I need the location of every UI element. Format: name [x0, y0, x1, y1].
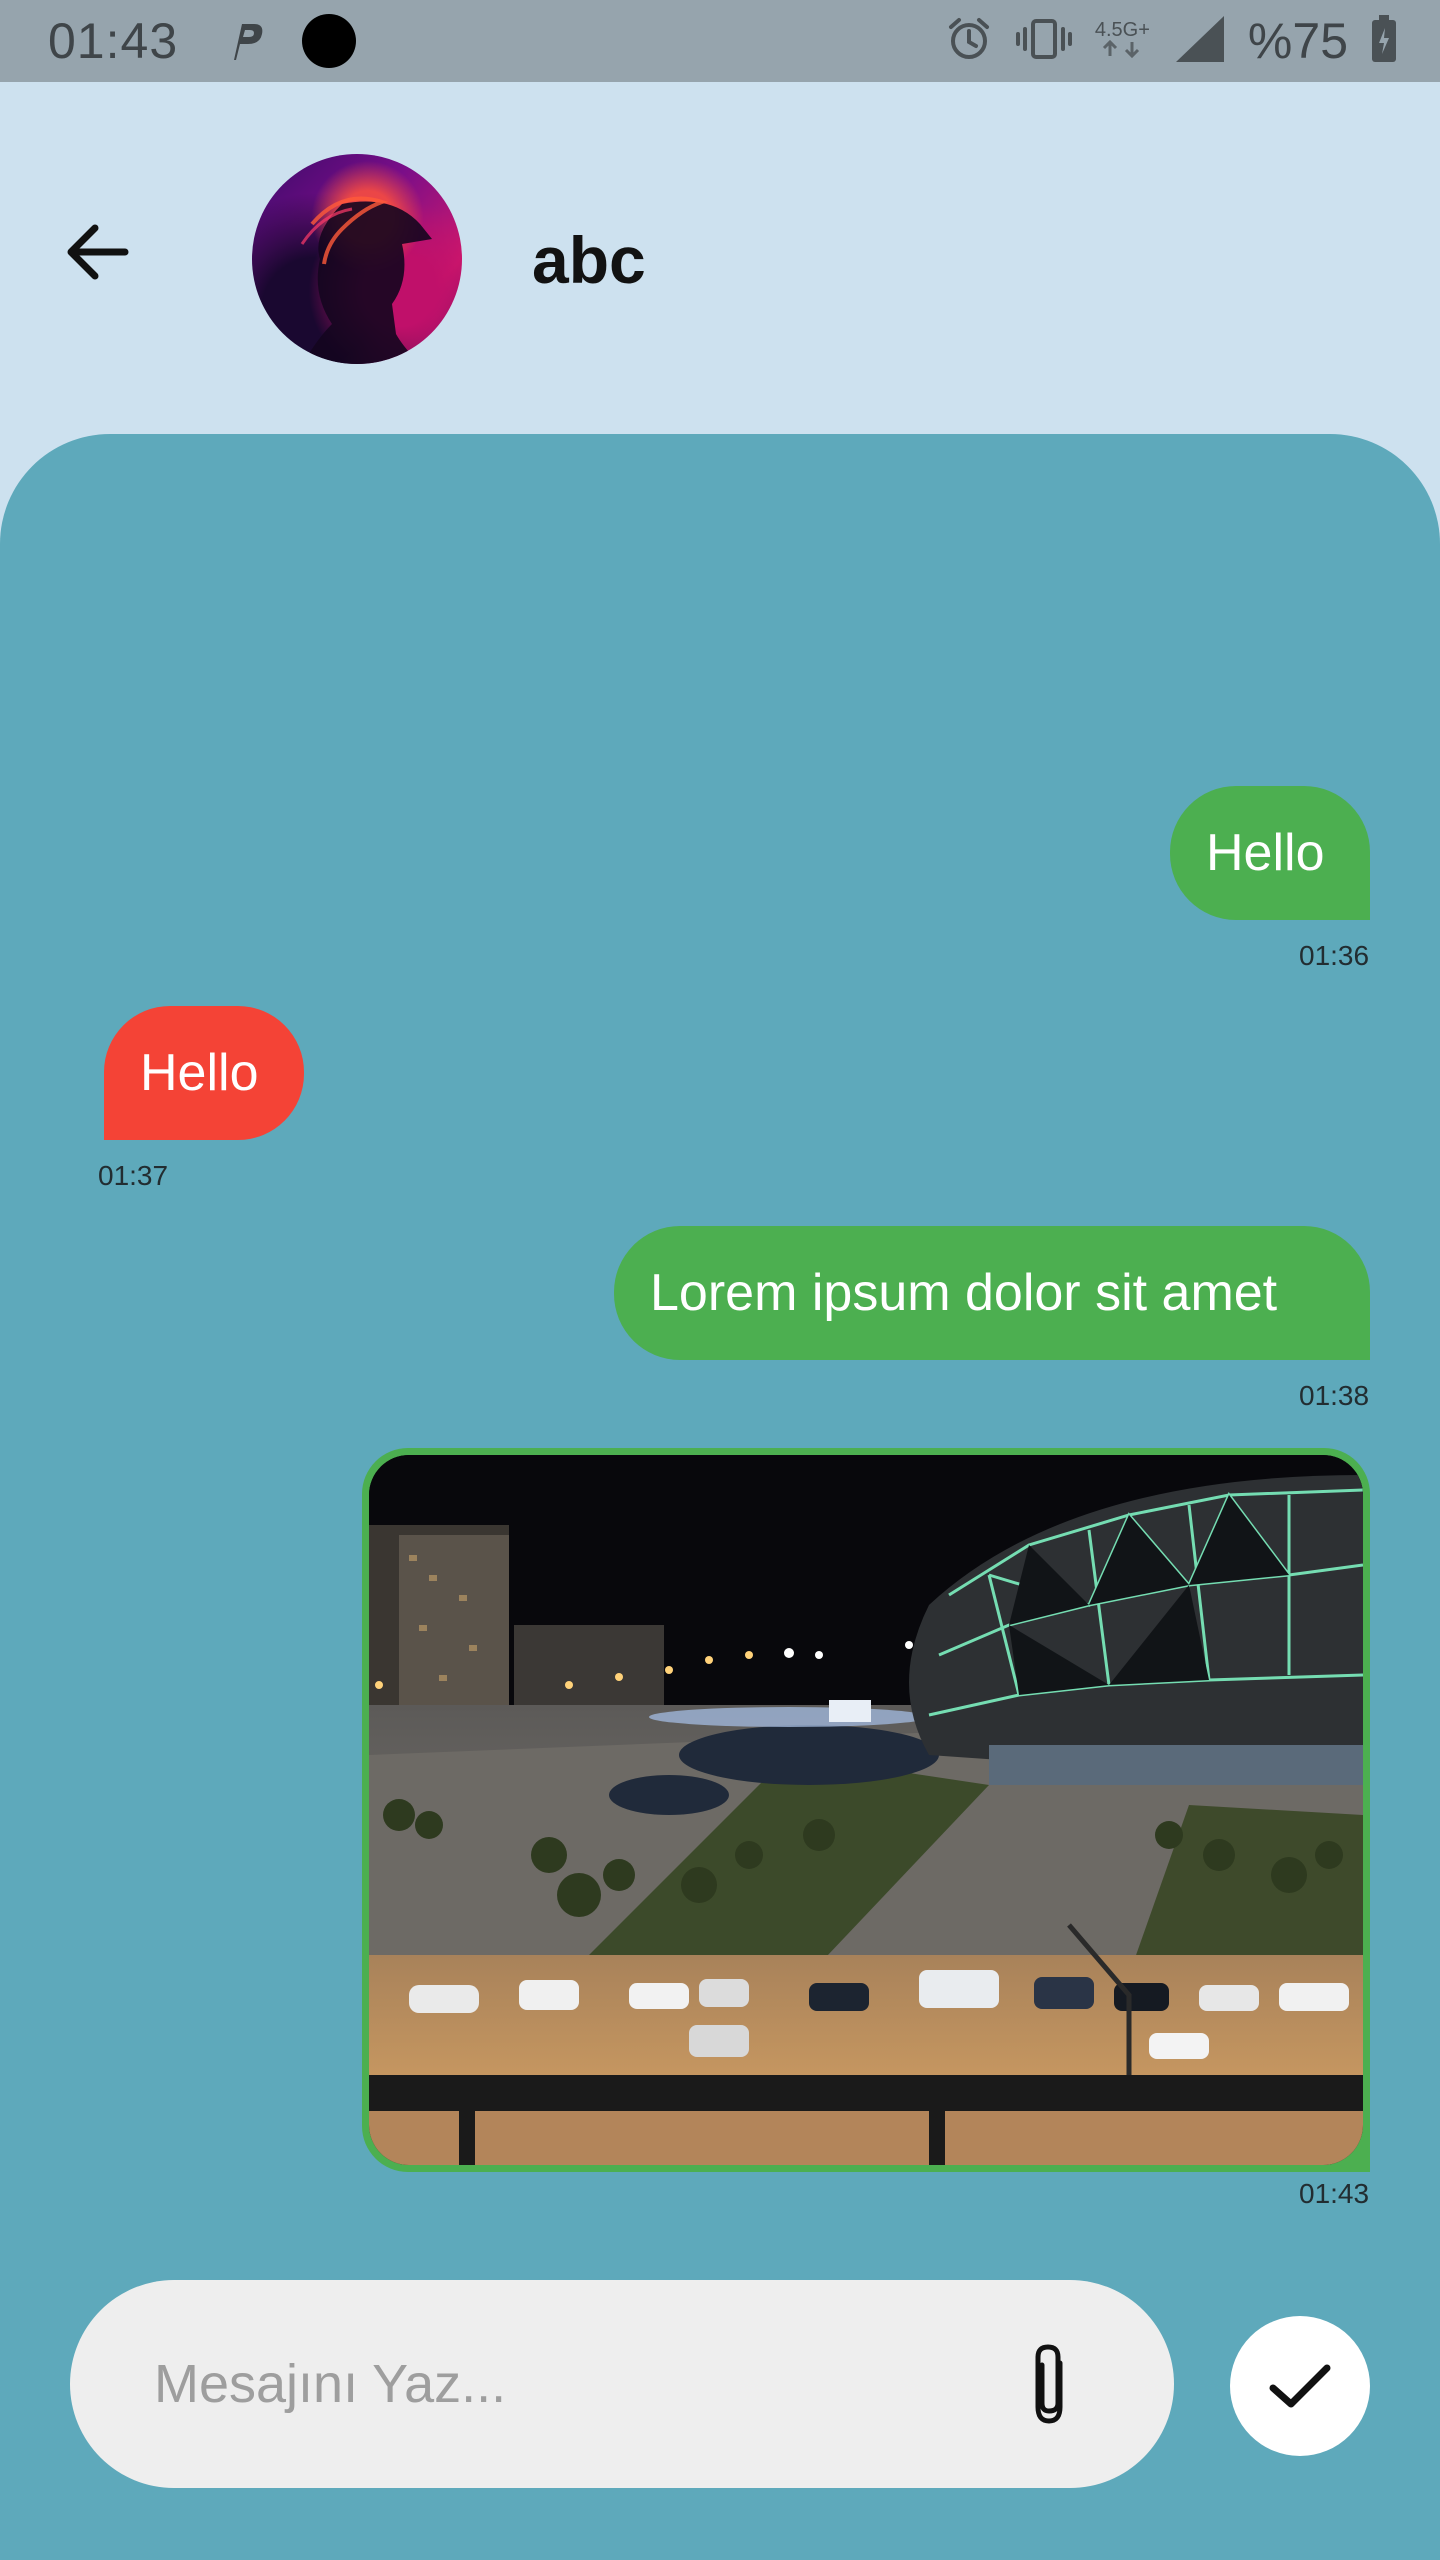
status-time: 01:43: [48, 13, 179, 69]
message-input[interactable]: [154, 2330, 974, 2438]
network-type-text: 4.5G+: [1094, 19, 1150, 41]
chat-header: abc: [0, 82, 1440, 434]
avatar-silhouette: [300, 196, 432, 364]
message-bubble-outgoing[interactable]: Lorem ipsum dolor sit amet: [614, 1226, 1370, 1360]
alarm-icon: [945, 15, 993, 68]
message-text: Lorem ipsum dolor sit amet: [650, 1264, 1278, 1322]
network-type-indicator: 4.5G+: [1095, 20, 1150, 62]
message-bubble-outgoing[interactable]: Hello: [1170, 786, 1370, 920]
battery-icon: [1370, 14, 1398, 69]
vibrate-icon: [1015, 15, 1073, 68]
paperclip-icon: [1035, 2344, 1063, 2424]
battery-percentage: %75: [1247, 13, 1348, 69]
avatar[interactable]: [252, 154, 462, 364]
camera-cutout: [302, 14, 357, 68]
network-arrows-icon: [1103, 39, 1140, 59]
message-timestamp: 01:38: [1299, 1380, 1370, 1411]
message-timestamp: 01:37: [98, 1160, 169, 1191]
status-indicators: 4.5G+ %75: [945, 12, 1398, 70]
message-timestamp: 01:43: [1299, 2178, 1370, 2209]
message-composer: [70, 2280, 1174, 2488]
send-button[interactable]: [1230, 2316, 1370, 2456]
message-bubble-incoming[interactable]: Hello: [104, 1006, 304, 1140]
arrow-left-icon: [67, 224, 129, 280]
stadium-photo: [369, 1455, 1363, 2165]
status-bar: 01:43 4.5G+ %75: [0, 0, 1440, 82]
checkmark-icon: [1269, 2364, 1331, 2408]
back-button[interactable]: [58, 212, 138, 292]
message-text: Hello: [1206, 824, 1325, 882]
message-text: Hello: [140, 1044, 259, 1102]
contact-name: abc: [532, 223, 646, 297]
message-timestamp: 01:36: [1299, 940, 1370, 971]
parking-notification-icon: [228, 20, 266, 62]
message-image-bubble[interactable]: [362, 1448, 1370, 2172]
signal-icon: [1172, 14, 1226, 69]
message-photo[interactable]: [369, 1455, 1363, 2165]
attach-button[interactable]: [1014, 2338, 1084, 2434]
